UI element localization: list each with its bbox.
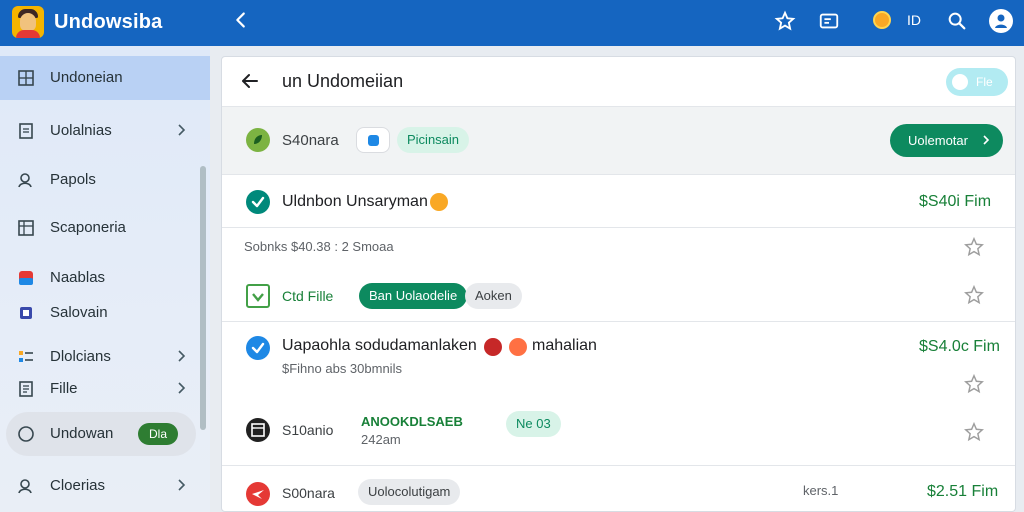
sidebar-item-undowan[interactable]: Undowan Dla: [6, 412, 196, 456]
meta-text: kers.1: [803, 483, 839, 498]
list-item-label[interactable]: S10anio: [282, 422, 333, 438]
divider: [222, 465, 1015, 466]
primary-action-button[interactable]: Uolemotar: [890, 124, 1003, 157]
coin-icon: [430, 193, 448, 211]
sidebar-item-label: Uolalnias: [50, 122, 112, 139]
divider: [222, 321, 1015, 322]
sidebar-item-label: Scaponeria: [50, 219, 126, 236]
square-icon: [20, 307, 32, 319]
panel-header: un Undomeiian Fle: [222, 57, 1015, 107]
count-badge: Dla: [138, 423, 178, 445]
main-panel: un Undomeiian Fle S40nara Picinsain Uole…: [221, 56, 1016, 512]
list-item-subtitle: $Fihno abs 30bmnils: [282, 361, 402, 376]
status-chip[interactable]: Uolocolutigam: [358, 479, 461, 505]
sidebar-item-scaponeria[interactable]: Scaponeria: [0, 206, 210, 250]
chevron-right-icon: [178, 124, 186, 136]
filter-bar: S40nara Picinsain Uolemotar: [222, 107, 1015, 175]
sidebar: Undoneian Uolalnias Papols Scaponeria Na…: [0, 46, 210, 512]
person-icon: [18, 173, 32, 188]
star-outline-icon[interactable]: [963, 373, 985, 395]
primary-action-label: Uolemotar: [908, 133, 968, 148]
tile-icon: [19, 271, 33, 285]
secondary-chip[interactable]: Aoken: [465, 283, 522, 309]
toggle-label: Fle: [976, 75, 993, 89]
status-chip[interactable]: Ne 03: [506, 411, 561, 437]
price-label: $S40i Fim: [919, 193, 992, 210]
file-icon: [19, 381, 33, 397]
sidebar-item-papols[interactable]: Papols: [0, 158, 210, 202]
filter-label: S40nara: [282, 132, 339, 149]
price-label: $2.51 Fim: [927, 483, 999, 500]
sidebar-item-undoneian[interactable]: Undoneian: [0, 56, 210, 100]
sidebar-item-label: Dlolcians: [50, 348, 111, 365]
star-outline-icon[interactable]: [963, 236, 985, 258]
sidebar-item-fille[interactable]: Fille: [0, 367, 210, 411]
chevron-right-icon: [178, 479, 186, 491]
sidebar-item-cloerias[interactable]: Cloerias: [0, 464, 210, 508]
page-title: un Undomeiian: [282, 71, 404, 91]
price-label: $S4.0c Fim: [919, 338, 1000, 355]
sidebar-item-label: Undoneian: [50, 69, 123, 86]
search-icon[interactable]: [946, 10, 968, 32]
sidebar-item-salovain[interactable]: Salovain: [0, 291, 210, 335]
list-item-title-suffix: mahalian: [532, 337, 597, 354]
bars-icon: [19, 351, 33, 362]
bird-icon: [246, 482, 270, 506]
coin-icon[interactable]: [873, 11, 891, 29]
app-title: Undowsiba: [54, 11, 163, 33]
sidebar-scrollbar[interactable]: [200, 166, 206, 430]
divider: [222, 227, 1015, 228]
filter-chip[interactable]: Picinsain: [397, 127, 470, 153]
person-icon: [995, 14, 1007, 28]
wallet-icon[interactable]: [818, 10, 840, 32]
shield-check-icon: [246, 284, 270, 308]
check-circle-icon: [246, 190, 270, 214]
sidebar-item-label: Fille: [50, 380, 78, 397]
chevron-right-icon: [178, 350, 186, 362]
verified-icon: [246, 336, 270, 360]
sidebar-item-label: Salovain: [50, 304, 108, 321]
account-avatar[interactable]: [989, 9, 1013, 33]
list-item-subtitle: 242am: [361, 432, 401, 447]
table-icon: [18, 220, 34, 236]
red-ball-icon: [484, 338, 502, 356]
sidebar-item-label: Undowan: [50, 425, 114, 442]
status-text: ID: [907, 12, 921, 28]
list-item-label[interactable]: Ctd Fille: [282, 288, 333, 304]
sidebar-item-label: Papols: [50, 171, 96, 188]
circle-icon: [18, 426, 34, 442]
chevron-left-icon[interactable]: [230, 9, 252, 31]
view-toggle[interactable]: Fle: [946, 68, 1008, 96]
sidebar-item-uolalnias[interactable]: Uolalnias: [0, 109, 210, 153]
chevron-right-icon: [983, 135, 990, 145]
calendar-icon: [246, 418, 270, 442]
orange-ball-icon: [509, 338, 527, 356]
star-icon[interactable]: [774, 10, 796, 32]
list-item-subtitle: Sobnks $40.38 : 2 Smoaa: [244, 239, 394, 254]
document-icon: [19, 123, 33, 139]
app-logo[interactable]: [12, 6, 44, 38]
sidebar-item-label: Naablas: [50, 269, 106, 286]
list-item-label[interactable]: S00nara: [282, 485, 335, 501]
leaf-icon: [246, 128, 270, 152]
toggle-knob: [952, 74, 968, 90]
grid-icon: [18, 70, 34, 86]
top-app-bar: Undowsiba ID: [0, 0, 1024, 46]
star-outline-icon[interactable]: [963, 421, 985, 443]
back-arrow-icon[interactable]: [240, 71, 260, 91]
person-icon: [18, 479, 32, 494]
list-item-title[interactable]: Uldnbon Unsaryman: [282, 193, 428, 211]
highlight-text: ANOOKDLSAEB: [361, 414, 463, 429]
chevron-right-icon: [178, 382, 186, 394]
star-outline-icon[interactable]: [963, 284, 985, 306]
status-chip[interactable]: Ban Uolaodelie: [359, 283, 468, 309]
sidebar-item-label: Cloerias: [50, 477, 106, 494]
list-item-title[interactable]: Uapaohla sodudamanlaken: [282, 337, 477, 355]
filter-chip-icon[interactable]: [356, 127, 390, 153]
